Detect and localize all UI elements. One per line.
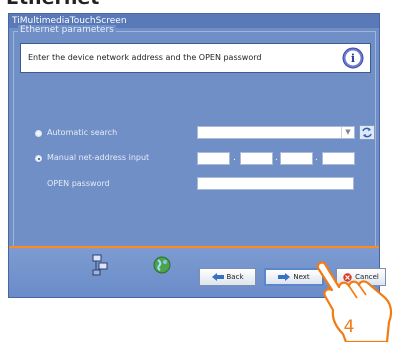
device-dropdown[interactable]: ▼ xyxy=(197,126,355,139)
open-password-input[interactable] xyxy=(197,177,354,190)
step-number: 4 xyxy=(344,317,355,337)
manual-input-radio[interactable] xyxy=(35,155,42,162)
automatic-search-label: Automatic search xyxy=(47,128,118,137)
automatic-search-radio[interactable] xyxy=(35,130,42,137)
ip-octet-4-input[interactable] xyxy=(322,152,355,165)
ip-octet-1-input[interactable] xyxy=(197,152,230,165)
back-button[interactable]: Back xyxy=(199,268,256,286)
arrow-right-icon xyxy=(278,273,291,281)
info-text: Enter the device network address and the… xyxy=(28,53,262,62)
arrow-left-icon xyxy=(211,273,224,281)
chevron-down-icon: ▼ xyxy=(341,127,354,138)
network-icon xyxy=(92,254,108,276)
ip-octet-3-input[interactable] xyxy=(280,152,313,165)
pointing-hand-icon: 4 xyxy=(316,261,393,342)
ip-separator: . xyxy=(315,153,318,163)
open-password-label: OPEN password xyxy=(47,179,110,188)
refresh-icon xyxy=(362,127,372,138)
back-label: Back xyxy=(226,273,244,281)
page-heading: Ethernet xyxy=(6,0,99,9)
app-window: TiMultimediaTouchScreen Ethernet paramet… xyxy=(8,13,386,298)
ip-separator: . xyxy=(233,153,236,163)
ip-separator: . xyxy=(275,153,278,163)
svg-text:i: i xyxy=(351,52,355,65)
info-icon: i xyxy=(342,47,364,69)
next-label: Next xyxy=(293,273,310,281)
manual-input-label: Manual net-address input xyxy=(47,153,150,162)
ethernet-parameters-group: Ethernet parameters Enter the device net… xyxy=(13,25,376,247)
globe-icon xyxy=(153,256,171,274)
ip-octet-2-input[interactable] xyxy=(240,152,273,165)
info-panel: Enter the device network address and the… xyxy=(20,43,371,73)
refresh-button[interactable] xyxy=(359,125,375,140)
group-label: Ethernet parameters xyxy=(18,25,116,35)
